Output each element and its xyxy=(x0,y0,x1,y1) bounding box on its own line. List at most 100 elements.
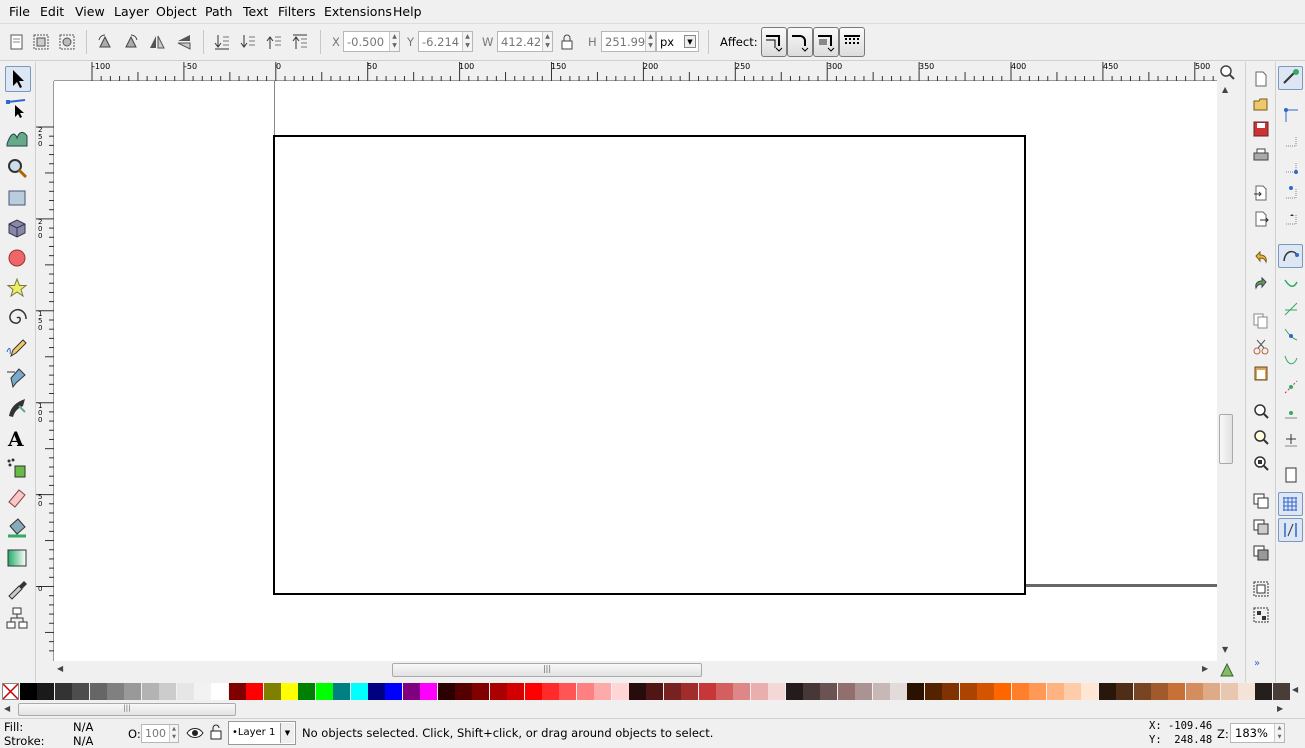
color-swatch[interactable] xyxy=(1029,683,1047,700)
vertical-scroll-thumb[interactable] xyxy=(1219,414,1233,464)
menu-extensions[interactable]: Extensions xyxy=(324,4,392,19)
gradient-tool[interactable] xyxy=(5,546,31,572)
color-swatch[interactable] xyxy=(576,683,594,700)
color-swatch[interactable] xyxy=(1168,683,1186,700)
3dbox-tool[interactable] xyxy=(5,216,31,242)
chevron-down-icon[interactable]: ▼ xyxy=(280,723,294,743)
drawing-canvas[interactable] xyxy=(54,81,1217,661)
snap-bbox-edges-icon[interactable] xyxy=(1282,132,1300,150)
import-icon[interactable] xyxy=(1252,184,1270,202)
color-swatch[interactable] xyxy=(20,683,37,700)
color-swatch[interactable] xyxy=(1272,683,1290,700)
color-swatch[interactable] xyxy=(959,683,977,700)
spiral-tool[interactable] xyxy=(5,306,31,332)
snap-paths-icon[interactable] xyxy=(1282,274,1300,292)
menu-text[interactable]: Text xyxy=(243,4,268,19)
cut-icon[interactable] xyxy=(1252,338,1270,356)
menu-file[interactable]: File xyxy=(9,4,30,19)
spin-arrows-icon[interactable]: ▲ ▼ xyxy=(542,32,552,51)
color-swatch[interactable] xyxy=(611,683,629,700)
copy-icon[interactable] xyxy=(1252,312,1270,330)
rectangle-tool[interactable] xyxy=(5,186,31,212)
print-icon[interactable] xyxy=(1252,146,1270,164)
paste-icon[interactable] xyxy=(1252,364,1270,382)
snap-smooth-nodes-icon[interactable] xyxy=(1282,352,1300,370)
color-swatch[interactable] xyxy=(924,683,942,700)
lock-icon[interactable] xyxy=(558,33,576,51)
color-swatch[interactable] xyxy=(124,683,142,700)
color-swatch[interactable] xyxy=(1011,683,1029,700)
menu-object[interactable]: Object xyxy=(156,4,197,19)
color-swatch[interactable] xyxy=(159,683,177,700)
x-spinbox[interactable]: -0.500 ▲ ▼ xyxy=(343,31,400,52)
opacity-spinbox[interactable]: 100 ▲ ▼ xyxy=(141,724,179,743)
color-swatch[interactable] xyxy=(716,683,733,700)
snap-guides-button[interactable] xyxy=(1278,518,1303,542)
color-swatch[interactable] xyxy=(1098,683,1116,700)
color-swatch[interactable] xyxy=(315,683,333,700)
color-swatch[interactable] xyxy=(89,683,107,700)
menu-edit[interactable]: Edit xyxy=(40,4,64,19)
color-swatch[interactable] xyxy=(37,683,55,700)
pen-tool[interactable] xyxy=(5,366,31,392)
paint-bucket-tool[interactable] xyxy=(5,516,31,542)
connector-tool[interactable] xyxy=(5,606,31,632)
color-swatch[interactable] xyxy=(1185,683,1203,700)
color-swatch[interactable] xyxy=(1133,683,1151,700)
color-swatch[interactable] xyxy=(437,683,455,700)
unlink-clone-icon[interactable] xyxy=(1252,544,1270,562)
no-paint-swatch[interactable] xyxy=(2,683,19,700)
group-icon[interactable] xyxy=(1252,580,1270,598)
color-swatch[interactable] xyxy=(872,683,890,700)
color-swatch[interactable] xyxy=(785,683,803,700)
calligraphy-tool[interactable] xyxy=(5,396,31,422)
affect-gradients-button[interactable] xyxy=(813,27,839,57)
scroll-up-icon[interactable]: ▲ xyxy=(1222,85,1228,94)
snap-object-center-icon[interactable] xyxy=(1282,404,1300,422)
snap-intersections-icon[interactable] xyxy=(1282,300,1300,318)
lock-icon[interactable] xyxy=(209,724,223,741)
color-swatch[interactable] xyxy=(507,683,525,700)
color-swatch[interactable] xyxy=(1220,683,1238,700)
zoom-tool[interactable] xyxy=(5,156,31,182)
color-swatch[interactable] xyxy=(698,683,716,700)
save-icon[interactable] xyxy=(1252,120,1270,138)
color-swatch[interactable] xyxy=(942,683,960,700)
color-swatch[interactable] xyxy=(420,683,438,700)
snap-grid-button[interactable] xyxy=(1278,492,1303,516)
color-swatch[interactable] xyxy=(1255,683,1273,700)
more-commands-icon[interactable]: » xyxy=(1254,658,1260,669)
color-swatch[interactable] xyxy=(646,683,664,700)
spin-arrows-icon[interactable]: ▲ ▼ xyxy=(389,32,399,51)
menu-view[interactable]: View xyxy=(75,4,105,19)
color-swatch[interactable] xyxy=(594,683,612,700)
snap-bbox-midpoints-icon[interactable] xyxy=(1282,184,1300,202)
color-swatch[interactable] xyxy=(107,683,124,700)
color-swatch[interactable] xyxy=(750,683,768,700)
color-swatch[interactable] xyxy=(994,683,1012,700)
tweak-tool[interactable] xyxy=(5,126,31,152)
duplicate-icon[interactable] xyxy=(1252,492,1270,510)
snap-bbox-corners-icon[interactable] xyxy=(1282,158,1300,176)
menu-filters[interactable]: Filters xyxy=(278,4,315,19)
color-swatch[interactable] xyxy=(1151,683,1168,700)
color-swatch[interactable] xyxy=(246,683,264,700)
scroll-down-icon[interactable]: ▼ xyxy=(1222,645,1228,654)
chevron-down-icon[interactable]: ▼ xyxy=(684,35,696,48)
node-tool[interactable] xyxy=(5,96,31,122)
lower-to-bottom-icon[interactable] xyxy=(213,33,231,51)
invert-selection-icon[interactable] xyxy=(58,33,76,51)
color-swatch[interactable] xyxy=(907,683,925,700)
page-rectangle[interactable] xyxy=(273,135,1026,595)
color-swatch[interactable] xyxy=(54,683,72,700)
palette-menu-icon[interactable]: ◀ xyxy=(1292,685,1298,694)
color-manage-icon[interactable] xyxy=(1219,662,1235,678)
color-swatch[interactable] xyxy=(733,683,751,700)
snap-cusp-nodes-icon[interactable] xyxy=(1282,326,1300,344)
undo-icon[interactable] xyxy=(1252,248,1270,266)
flip-vertical-icon[interactable] xyxy=(175,33,193,51)
color-swatch[interactable] xyxy=(455,683,472,700)
color-swatch[interactable] xyxy=(820,683,838,700)
select-all-icon[interactable] xyxy=(8,33,26,51)
menu-path[interactable]: Path xyxy=(205,4,232,19)
